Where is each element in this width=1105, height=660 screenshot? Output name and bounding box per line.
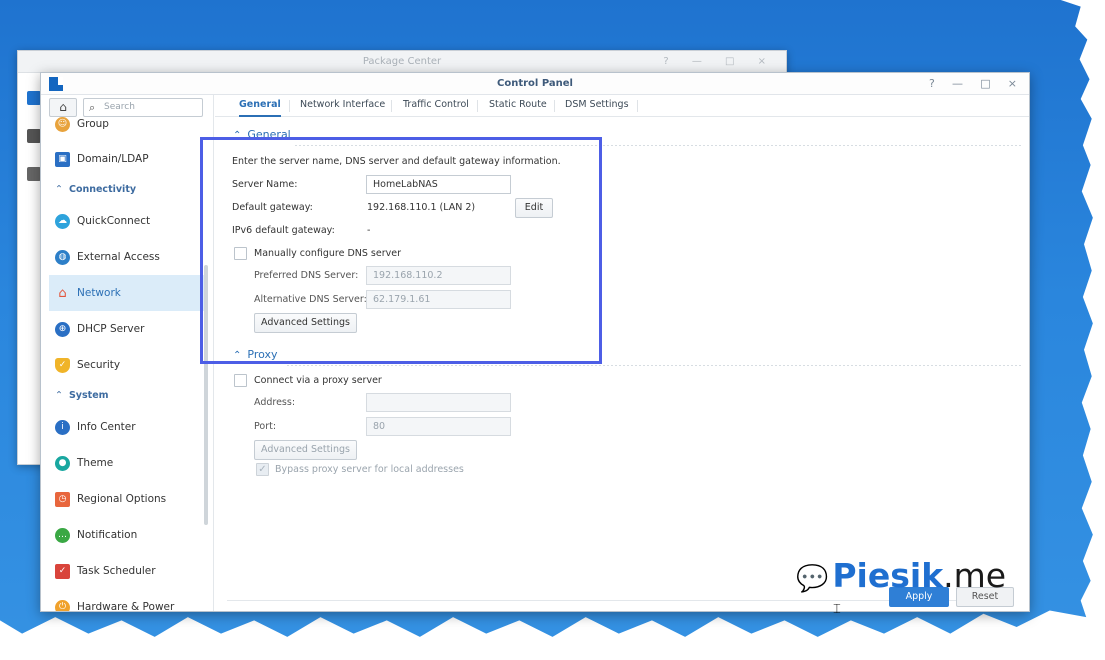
close-icon[interactable]: × [1008, 77, 1017, 90]
watermark-logo: 💬 Piesik.me [796, 556, 1006, 596]
proxy-connect-label: Connect via a proxy server [254, 375, 382, 386]
sidebar-item-security[interactable]: ✓ Security [49, 347, 206, 383]
chevron-up-icon: ⌃ [55, 390, 63, 401]
sidebar: ⌂ ⌕ Search ☺ Group ▣ Domain/LDAP ⌃ Connec… [41, 95, 214, 611]
sidebar-item-hardware-power[interactable]: ⏻ Hardware & Power [49, 589, 206, 612]
watermark-brand: Piesik [832, 556, 944, 595]
tab-divider [477, 100, 478, 112]
tab-dsm-settings[interactable]: DSM Settings [565, 95, 629, 117]
tab-bar: General Network Interface Traffic Contro… [215, 95, 1029, 117]
tab-divider [391, 100, 392, 112]
sidebar-item-external-access[interactable]: ◍ External Access [49, 239, 206, 275]
sidebar-item-dhcp-server[interactable]: ⊕ DHCP Server [49, 311, 206, 347]
sidebar-item-label: Network [77, 287, 121, 299]
sidebar-item-regional-options[interactable]: ◷ Regional Options [49, 481, 206, 517]
tab-network-interface[interactable]: Network Interface [300, 95, 385, 117]
text-cursor-icon: ⌶ [833, 602, 841, 617]
section-label: System [68, 390, 109, 401]
sidebar-item-label: Security [77, 359, 121, 371]
tab-general[interactable]: General [239, 95, 281, 117]
sidebar-item-label: Domain/LDAP [77, 153, 149, 165]
package-center-window-controls[interactable]: ? — □ × [663, 51, 776, 73]
sidebar-item-quickconnect[interactable]: ☁ QuickConnect [49, 203, 206, 239]
proxy-port-field[interactable]: 80 [366, 417, 511, 436]
search-placeholder: Search [104, 102, 135, 112]
package-center-titlebar[interactable]: Package Center ? — □ × [18, 51, 786, 73]
highlight-annotation-box [200, 137, 602, 364]
shield-icon: ✓ [55, 358, 70, 373]
package-people-icon[interactable] [27, 129, 41, 143]
proxy-address-label: Address: [254, 397, 296, 408]
control-panel-app-icon [49, 77, 63, 91]
sidebar-list: ☺ Group ▣ Domain/LDAP ⌃ Connectivity ☁ Qu… [49, 113, 206, 612]
package-doc-icon[interactable] [27, 167, 41, 181]
sidebar-item-theme[interactable]: ● Theme [49, 445, 206, 481]
minimize-icon[interactable]: — [952, 77, 963, 90]
domain-icon: ▣ [55, 152, 70, 167]
control-panel-title: Control Panel [497, 78, 573, 89]
section-system[interactable]: ⌃ System [49, 383, 206, 409]
sidebar-item-label: QuickConnect [77, 215, 151, 227]
info-icon: i [55, 420, 70, 435]
tab-divider [637, 100, 638, 112]
tab-divider [554, 100, 555, 112]
sidebar-item-label: External Access [77, 251, 160, 263]
sidebar-item-label: Theme [77, 457, 114, 469]
proxy-address-field[interactable] [366, 393, 511, 412]
palette-icon: ● [55, 456, 70, 471]
bypass-proxy-label: Bypass proxy server for local addresses [275, 464, 464, 475]
home-icon: ⌂ [59, 100, 67, 114]
package-download-icon[interactable] [27, 91, 41, 105]
bypass-proxy-checkbox[interactable]: ✓ [256, 463, 269, 476]
sidebar-item-label: Task Scheduler [77, 565, 156, 577]
section-label: Connectivity [68, 184, 137, 195]
maximize-icon[interactable]: □ [980, 77, 990, 90]
proxy-port-label: Port: [254, 421, 277, 432]
globe-icon: ◍ [55, 250, 70, 265]
sidebar-item-label: DHCP Server [77, 323, 145, 335]
power-icon: ⏻ [55, 600, 70, 611]
package-center-sidebar-icons [27, 91, 41, 205]
group-icon: ☺ [55, 117, 70, 132]
sidebar-item-task-scheduler[interactable]: ✓ Task Scheduler [49, 553, 206, 589]
sidebar-item-info-center[interactable]: i Info Center [49, 409, 206, 445]
sidebar-item-label: Hardware & Power [77, 601, 175, 612]
home-network-icon: ⌂ [58, 286, 67, 301]
section-divider [287, 365, 1021, 366]
control-panel-titlebar[interactable]: Control Panel ? — □ × [41, 73, 1029, 95]
proxy-advanced-settings-button[interactable]: Advanced Settings [254, 440, 357, 460]
chat-icon: … [55, 528, 70, 543]
clock-icon: ◷ [55, 492, 70, 507]
watermark-suffix: .me [943, 556, 1007, 595]
sidebar-item-domain-ldap[interactable]: ▣ Domain/LDAP [49, 141, 206, 177]
chat-bubble-icon: 💬 [796, 564, 829, 594]
dhcp-icon: ⊕ [55, 322, 70, 337]
cloud-icon: ☁ [55, 214, 70, 229]
calendar-icon: ✓ [55, 564, 70, 579]
help-icon[interactable]: ? [929, 77, 935, 90]
sidebar-item-network[interactable]: ⌂ Network [49, 275, 206, 311]
package-center-title: Package Center [362, 56, 442, 67]
section-connectivity[interactable]: ⌃ Connectivity [49, 177, 206, 203]
sidebar-item-label: Group [77, 118, 109, 130]
chevron-up-icon: ⌃ [55, 184, 63, 195]
sidebar-item-label: Regional Options [77, 493, 167, 505]
tab-static-route[interactable]: Static Route [489, 95, 547, 117]
sidebar-item-group[interactable]: ☺ Group [49, 113, 206, 141]
proxy-checkbox[interactable] [234, 374, 247, 387]
tab-divider [289, 100, 290, 112]
sidebar-item-label: Info Center [77, 421, 136, 433]
sidebar-item-notification[interactable]: … Notification [49, 517, 206, 553]
tab-traffic-control[interactable]: Traffic Control [403, 95, 469, 117]
sidebar-item-label: Notification [77, 529, 138, 541]
control-panel-window-controls: ? — □ × [915, 73, 1017, 96]
